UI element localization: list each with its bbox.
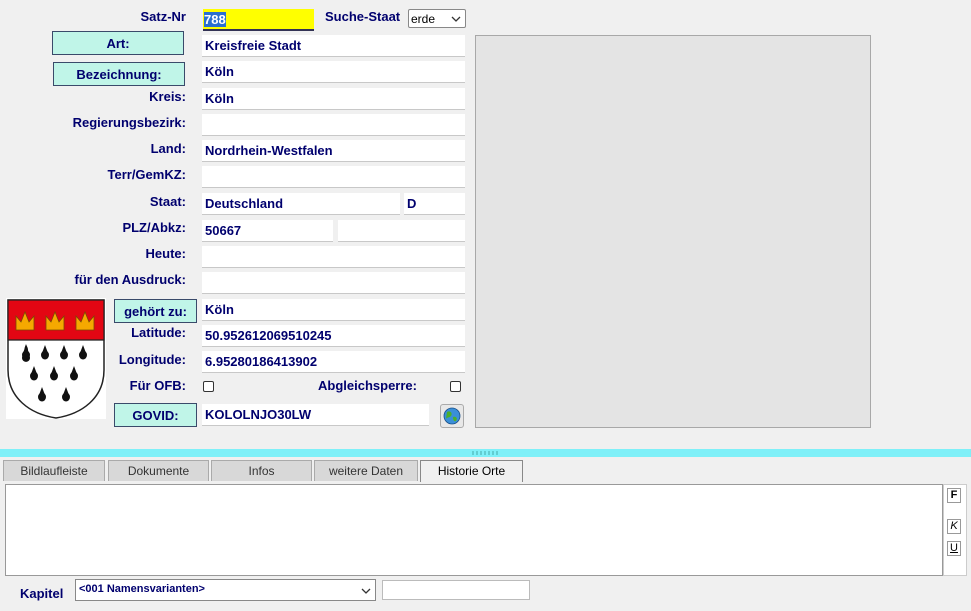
bezeichnung-button[interactable]: Bezeichnung: — [53, 62, 185, 86]
satz-nr-value: 788 — [204, 12, 226, 27]
text-editor[interactable] — [5, 484, 943, 576]
bezeichnung-field[interactable]: Köln — [202, 61, 465, 83]
heute-field[interactable] — [202, 246, 465, 268]
coat-of-arms-box — [6, 298, 106, 419]
globe-icon — [443, 407, 461, 425]
land-field[interactable]: Nordrhein-Westfalen — [202, 140, 465, 162]
chevron-down-icon — [451, 16, 461, 22]
plz-field[interactable]: 50667 — [202, 220, 333, 242]
govid-field[interactable]: KOLOLNJO30LW — [202, 404, 429, 426]
satz-nr-label: Satz-Nr — [140, 9, 186, 24]
terr-gemkz-label: Terr/GemKZ: — [107, 167, 187, 182]
gehoert-zu-button[interactable]: gehört zu: — [114, 299, 197, 323]
staat-code-field[interactable]: D — [404, 193, 465, 215]
kreis-field[interactable]: Köln — [202, 88, 465, 110]
tab-bildlaufleiste[interactable]: Bildlaufleiste — [3, 460, 105, 481]
latitude-field[interactable]: 50.952612069510245 — [202, 325, 465, 347]
plz-abkz-label: PLZ/Abkz: — [122, 220, 186, 235]
splitter-grip-icon — [471, 451, 499, 455]
regierungsbezirk-label: Regierungsbezirk: — [72, 115, 186, 130]
heute-label: Heute: — [145, 246, 186, 261]
suche-staat-select[interactable]: erde — [408, 9, 466, 28]
splitter-bar[interactable] — [0, 449, 971, 457]
terr-gemkz-field[interactable] — [202, 166, 465, 188]
kreis-label: Kreis: — [149, 89, 186, 104]
fuer-den-ausdruck-field[interactable] — [202, 272, 465, 294]
art-button[interactable]: Art: — [52, 31, 184, 55]
gehoert-zu-field[interactable]: Köln — [202, 299, 465, 321]
tab-dokumente[interactable]: Dokumente — [108, 460, 209, 481]
globe-button[interactable] — [440, 404, 464, 428]
kapitel-extra-field[interactable] — [382, 580, 530, 600]
tab-infos[interactable]: Infos — [211, 460, 312, 481]
govid-button[interactable]: GOVID: — [114, 403, 197, 427]
staat-field[interactable]: Deutschland — [202, 193, 400, 215]
abkz-field[interactable] — [338, 220, 465, 242]
abgleichsperre-label: Abgleichsperre: — [318, 378, 417, 393]
fuer-den-ausdruck-label: für den Ausdruck: — [74, 272, 186, 287]
regierungsbezirk-field[interactable] — [202, 114, 465, 136]
image-panel[interactable] — [475, 35, 871, 428]
tab-weitere-daten[interactable]: weitere Daten — [314, 460, 418, 481]
kapitel-label: Kapitel — [20, 586, 64, 601]
suche-staat-value: erde — [411, 12, 436, 26]
longitude-label: Longitude: — [118, 352, 186, 367]
land-label: Land: — [150, 141, 186, 156]
tab-historie-orte[interactable]: Historie Orte — [420, 460, 523, 482]
latitude-label: Latitude: — [131, 325, 186, 340]
underline-button[interactable]: U — [947, 541, 961, 556]
art-field[interactable]: Kreisfreie Stadt — [202, 35, 465, 57]
bold-button[interactable]: F — [947, 488, 961, 503]
fuer-ofb-label: Für OFB: — [129, 378, 186, 393]
abgleichsperre-checkbox[interactable] — [450, 381, 461, 392]
fuer-ofb-checkbox[interactable] — [203, 381, 214, 392]
satz-nr-field[interactable]: 788 — [203, 9, 314, 31]
italic-button[interactable]: K — [947, 519, 961, 534]
kapitel-value: <001 Namensvarianten> — [79, 583, 205, 595]
kapitel-select[interactable]: <001 Namensvarianten> — [75, 579, 376, 601]
cologne-coat-of-arms-icon — [7, 299, 105, 419]
suche-staat-label: Suche-Staat — [325, 9, 401, 24]
longitude-field[interactable]: 6.95280186413902 — [202, 351, 465, 373]
staat-label: Staat: — [149, 194, 186, 209]
chevron-down-icon — [361, 588, 371, 594]
